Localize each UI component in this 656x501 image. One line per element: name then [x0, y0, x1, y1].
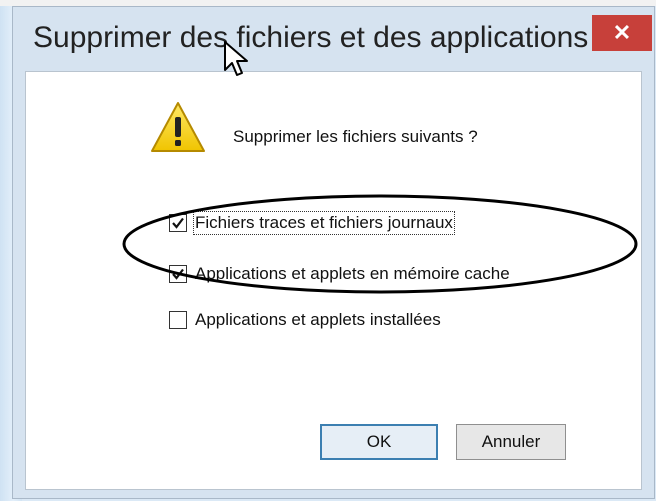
- option-trace-logs[interactable]: Fichiers traces et fichiers journaux: [169, 211, 455, 235]
- option-installed-apps[interactable]: Applications et applets installées: [169, 308, 441, 332]
- question-text: Supprimer les fichiers suivants ?: [233, 127, 478, 146]
- close-icon: ✕: [612, 20, 632, 45]
- checkbox-installed-apps[interactable]: [169, 311, 187, 329]
- dialog-titlebar: Supprimer des fichiers et des applicatio…: [13, 7, 654, 71]
- dialog-title: Supprimer des fichiers et des applicatio…: [33, 21, 589, 54]
- option-cached-apps[interactable]: Applications et applets en mémoire cache: [169, 262, 510, 286]
- checkbox-cached-apps[interactable]: [169, 265, 187, 283]
- checkbox-trace-logs[interactable]: [169, 214, 187, 232]
- checkmark-icon: [172, 268, 184, 280]
- option-label-installed-apps: Applications et applets installées: [195, 310, 441, 329]
- checkmark-icon: [172, 217, 184, 229]
- delete-files-dialog: Supprimer des fichiers et des applicatio…: [12, 6, 655, 499]
- dialog-content: Supprimer les fichiers suivants ? Fichie…: [25, 71, 642, 490]
- cancel-button[interactable]: Annuler: [456, 424, 566, 460]
- warning-icon: [151, 102, 205, 152]
- ok-button[interactable]: OK: [320, 424, 438, 460]
- mouse-cursor-icon: [224, 41, 248, 76]
- option-label-cached-apps: Applications et applets en mémoire cache: [195, 264, 510, 283]
- option-label-trace-logs: Fichiers traces et fichiers journaux: [193, 211, 455, 235]
- close-button[interactable]: ✕: [592, 15, 652, 51]
